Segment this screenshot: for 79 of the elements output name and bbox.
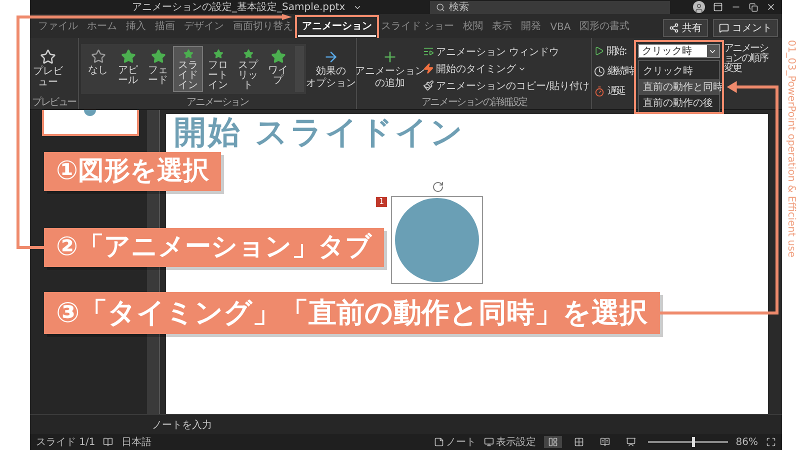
animation-option[interactable]: アピール [113,46,144,92]
menu-tab[interactable]: ホーム [83,18,121,37]
menu-tab[interactable]: ファイル [34,18,82,37]
notes-button[interactable]: ノート [434,435,476,449]
monitor-icon [484,437,494,447]
comment-icon [719,23,729,33]
callout-label: ①図形を選択 [44,152,222,191]
callout-label: ②「アニメーション」タブ [44,228,384,267]
slide-title: 開始 スライドイン [173,114,466,150]
close-icon[interactable] [766,2,776,12]
restore-icon[interactable] [749,2,758,12]
menu-tab[interactable]: 校閲 [459,18,488,37]
zoom-percent[interactable]: 86% [736,436,758,448]
timing-label: 継続時 [594,64,634,78]
lightning-icon [423,63,434,74]
comment-button[interactable]: コメント [713,19,778,37]
group-label: アニメーション [186,97,250,109]
circle-shape[interactable] [395,198,479,282]
animation-option[interactable]: スプリット [233,46,264,92]
animation-tag: 1 [376,197,388,207]
star-icon [270,48,286,64]
group-label: アニメーションの詳細設定 [420,97,528,109]
start-dropdown[interactable]: クリック時 [638,44,720,58]
slide-counter: スライド 1/1 [36,436,96,449]
menu-tab[interactable]: 挿入 [122,18,150,37]
share-button[interactable]: 共有 [663,19,708,37]
menu-tab[interactable]: 開発 [517,18,546,37]
ribbon-command[interactable]: アニメーションのコピー/貼り付け [423,78,590,92]
timer-icon [594,86,606,96]
notes-placeholder[interactable]: ノートを入力 [152,418,212,432]
rotate-handle-icon[interactable] [432,181,444,193]
reorder-label: アニメーションの順序変更 [724,44,770,74]
normal-view-icon[interactable] [544,436,562,448]
menu-option[interactable]: 直前の動作の後 [638,95,719,111]
menu-tab[interactable]: 図形の書式 [576,18,634,37]
fit-icon[interactable] [766,437,776,447]
brush-icon [423,80,434,91]
animation-option[interactable]: ワイプ [263,46,294,92]
animation-pane-icon [423,46,434,57]
note-icon [434,437,444,447]
animation-option[interactable]: スライドイン [173,46,204,92]
animation-option[interactable]: フロートイン [203,46,234,92]
menu-option[interactable]: クリック時 [638,63,719,79]
play-icon [594,46,604,56]
ribbon-command[interactable]: アニメーション ウィンドウ [423,44,590,58]
menu-tab[interactable]: スライド ショー [377,18,458,37]
search-icon [436,2,446,12]
book-icon[interactable] [103,437,114,447]
star-icon [150,48,166,64]
star-outline-icon [40,49,56,65]
group-label: プレビュー [32,97,76,109]
slide-thumbnail[interactable] [42,110,139,136]
star-icon [120,48,136,64]
effect-options-button[interactable]: 効果の オプション [308,48,354,88]
menu-tab[interactable]: 画面切り替え [229,18,297,37]
side-caption: 01_03_PowerPoint operation & Efficient use [786,40,796,258]
menu-tab[interactable]: 表示 [488,18,516,37]
menu-tab[interactable]: アニメーション [298,18,376,37]
start-label: 開始: [594,44,634,58]
animation-option[interactable]: なし [83,46,114,92]
menu-tab[interactable]: デザイン [180,18,228,37]
view-settings-button[interactable]: 表示設定 [484,435,536,449]
menu-tab[interactable]: VBA [546,21,575,37]
timing-label: 遅延 [594,84,634,98]
zoom-thumb[interactable] [692,437,695,447]
language-label[interactable]: 日本語 [121,435,152,449]
callout-label: ③「タイミング」「直前の動作と同時」を選択 [44,292,660,334]
star-outline-icon [90,48,106,64]
clock-icon [594,66,606,76]
menu-tab[interactable]: 描画 [151,18,179,37]
animation-option[interactable]: フェード [143,46,174,92]
preview-button[interactable]: プレビュー [32,49,64,88]
caret-icon [706,45,719,57]
document-title: アニメーションの設定_基本設定_Sample.pptx [132,0,346,14]
share-icon [669,23,679,33]
avatar-icon[interactable] [693,1,705,13]
ribbon-display-icon[interactable] [713,2,723,12]
search-field[interactable]: 検索 [430,0,670,14]
ribbon-command[interactable]: 開始のタイミング [423,62,590,76]
